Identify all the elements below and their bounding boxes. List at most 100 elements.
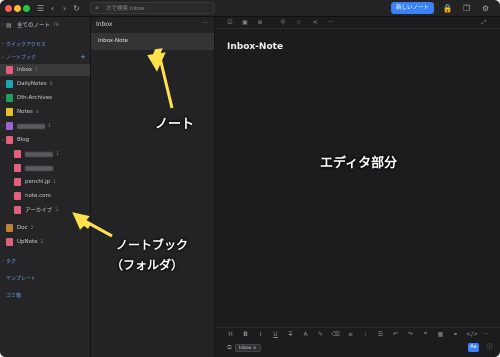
note-count: 1 [48,123,51,129]
sidebar-item-penchi[interactable]: penchi.jp 1 [0,176,90,188]
sidebar-item-upnote[interactable]: UpNote 2 [0,236,90,248]
quote-icon[interactable]: ❝ [421,330,430,339]
highlight-icon[interactable]: ✎ [316,330,325,339]
text-color-icon[interactable]: A [301,330,310,339]
sidebar-item-notes[interactable]: Notes 4 [0,106,90,118]
share-icon[interactable]: ⋖ [311,19,319,27]
heading-icon[interactable]: H [226,330,235,339]
search-input[interactable]: ⌕ 次で検索 Inbox [90,2,215,14]
note-count: 2 [40,239,44,245]
sidebar-item-label: Doc [17,225,28,231]
search-placeholder: 次で検索 Inbox [106,6,145,12]
title-bar: ☰ ‹ › ↻ ⌕ 次で検索 Inbox 新しいノート 🔒 ❐ ⚙ [0,0,500,17]
sidebar-item-templates[interactable]: テンプレート [0,272,90,284]
sidebar-section-quick-access[interactable]: › クイックアクセス [0,38,90,50]
more-options-icon[interactable]: ··· [481,330,490,339]
note-count: 4 [35,109,39,115]
sidebar-item-blog[interactable]: ⌄ Blog [0,134,90,146]
sidebar-item-trash[interactable]: ゴミ箱 [0,289,90,301]
image-icon[interactable]: ▣ [241,19,249,27]
sidebar-item-label: アーカイブ [25,208,53,214]
sidebar-item-label: Dfn-Archives [17,95,52,101]
table-icon[interactable]: ▦ [436,330,445,339]
sidebar: › ▤ 全てのノート 78 › クイックアクセス ⌄ ノートブック + Inbo… [0,17,91,357]
new-note-button[interactable]: 新しいノート [391,2,434,14]
search-icon: ⌕ [95,3,99,12]
editor-toolbar: ☑ ▣ ⊕ ⚲ ☆ ⋖ ··· ⤢ [215,17,500,29]
info-icon[interactable]: ⓘ [485,343,494,352]
sidebar-item-blog-child[interactable] [0,162,90,174]
sidebar-item-hidden-notebook[interactable]: › 1 [0,120,90,132]
sidebar-item-note-com[interactable]: note.com [0,190,90,202]
add-circle-icon[interactable]: ⊕ [256,19,264,27]
sidebar-toggle-icon[interactable]: ☰ [35,3,46,14]
note-title[interactable]: Inbox-Note [227,42,283,52]
section-label: テンプレート [6,275,36,282]
sidebar-section-tags[interactable]: › タグ [0,255,90,267]
numbered-list-icon[interactable]: ☰ [376,330,385,339]
sidebar-item-label: DailyNotes [17,81,47,87]
app-window: ☰ ‹ › ↻ ⌕ 次で検索 Inbox 新しいノート 🔒 ❐ ⚙ › ▤ 全て… [0,0,500,357]
note-count: 78 [53,22,59,28]
redo-icon[interactable]: ↷ [406,330,415,339]
bullet-list-icon[interactable]: ⁝ [361,330,370,339]
notebook-icon [6,66,13,74]
tag-label: Inbox [239,346,252,351]
note-count: 6 [49,81,53,87]
sidebar-item-doc[interactable]: Doc 2 [0,222,90,234]
note-count: 1 [35,67,38,73]
note-tag[interactable]: Inbox × [235,344,261,352]
close-window-button[interactable] [5,5,12,12]
link-icon[interactable]: ⚭ [451,330,460,339]
more-options-icon[interactable]: ··· [327,19,335,27]
section-label: クイックアクセス [6,41,46,48]
sidebar-item-inbox[interactable]: Inbox 1 [0,64,90,76]
add-notebook-icon[interactable]: + [80,53,86,61]
sidebar-item-dailynotes[interactable]: › DailyNotes 6 [0,78,90,90]
sidebar-item-blog-child[interactable]: 1 [0,148,90,160]
minimize-window-button[interactable] [14,5,21,12]
zoom-window-button[interactable] [23,5,30,12]
sidebar-item-label: penchi.jp [25,179,51,185]
pin-icon[interactable]: ⚲ [279,19,287,27]
underline-icon[interactable]: U [271,330,280,339]
undo-icon[interactable]: ↶ [391,330,400,339]
notebook-icon [6,108,13,116]
annotation-editor: エディタ部分 [320,156,398,171]
lock-icon[interactable]: 🔒 [442,3,453,14]
bold-icon[interactable]: B [241,330,250,339]
note-count: 2 [30,225,34,231]
format-toolbar: H B I U T A ✎ ⌫ ≡ ⁝ ☰ ↶ ↷ ❝ ▦ ⚭ </> ··· [215,327,500,339]
align-icon[interactable]: ≡ [346,330,355,339]
sync-icon[interactable]: ↻ [71,3,82,14]
clear-format-icon[interactable]: ⌫ [331,330,340,339]
section-label: タグ [6,258,17,265]
note-count: 3 [55,207,59,213]
expand-icon[interactable]: ⤢ [480,19,488,27]
note-count: 1 [53,179,57,185]
more-options-icon[interactable]: ··· [202,20,208,27]
star-icon[interactable]: ☆ [295,19,303,27]
tag-icon[interactable]: ⧉ [225,343,234,352]
notebook-icon [6,80,13,88]
gear-icon[interactable]: ⚙ [480,3,491,14]
back-arrow-icon[interactable]: ‹ [47,3,58,14]
note-list-item[interactable]: Inbox-Note [91,33,214,50]
sidebar-item-archive[interactable]: アーカイブ 3 [0,204,90,216]
code-icon[interactable]: </> [466,330,478,339]
redacted-label [17,123,45,129]
window-icon[interactable]: ❐ [461,3,472,14]
forward-arrow-icon[interactable]: › [59,3,70,14]
sidebar-item-all-notes[interactable]: › ▤ 全てのノート 78 [0,19,90,31]
notebook-icon [6,136,13,144]
sidebar-item-label: Notes [17,109,33,115]
editor-panel: ☑ ▣ ⊕ ⚲ ☆ ⋖ ··· ⤢ Inbox-Note H B I U T A… [215,17,500,357]
sidebar-section-notebooks[interactable]: ⌄ ノートブック + [0,51,90,63]
sidebar-item-label: Inbox [17,67,33,73]
sidebar-item-dfn-archives[interactable]: › Dfn-Archives [0,92,90,104]
editor-status-bar: ⧉ Inbox × Aa ⓘ [215,341,500,355]
font-settings-button[interactable]: Aa [468,343,479,352]
italic-icon[interactable]: I [256,330,265,339]
strikethrough-icon[interactable]: T [286,330,295,339]
checkbox-icon[interactable]: ☑ [226,19,234,27]
